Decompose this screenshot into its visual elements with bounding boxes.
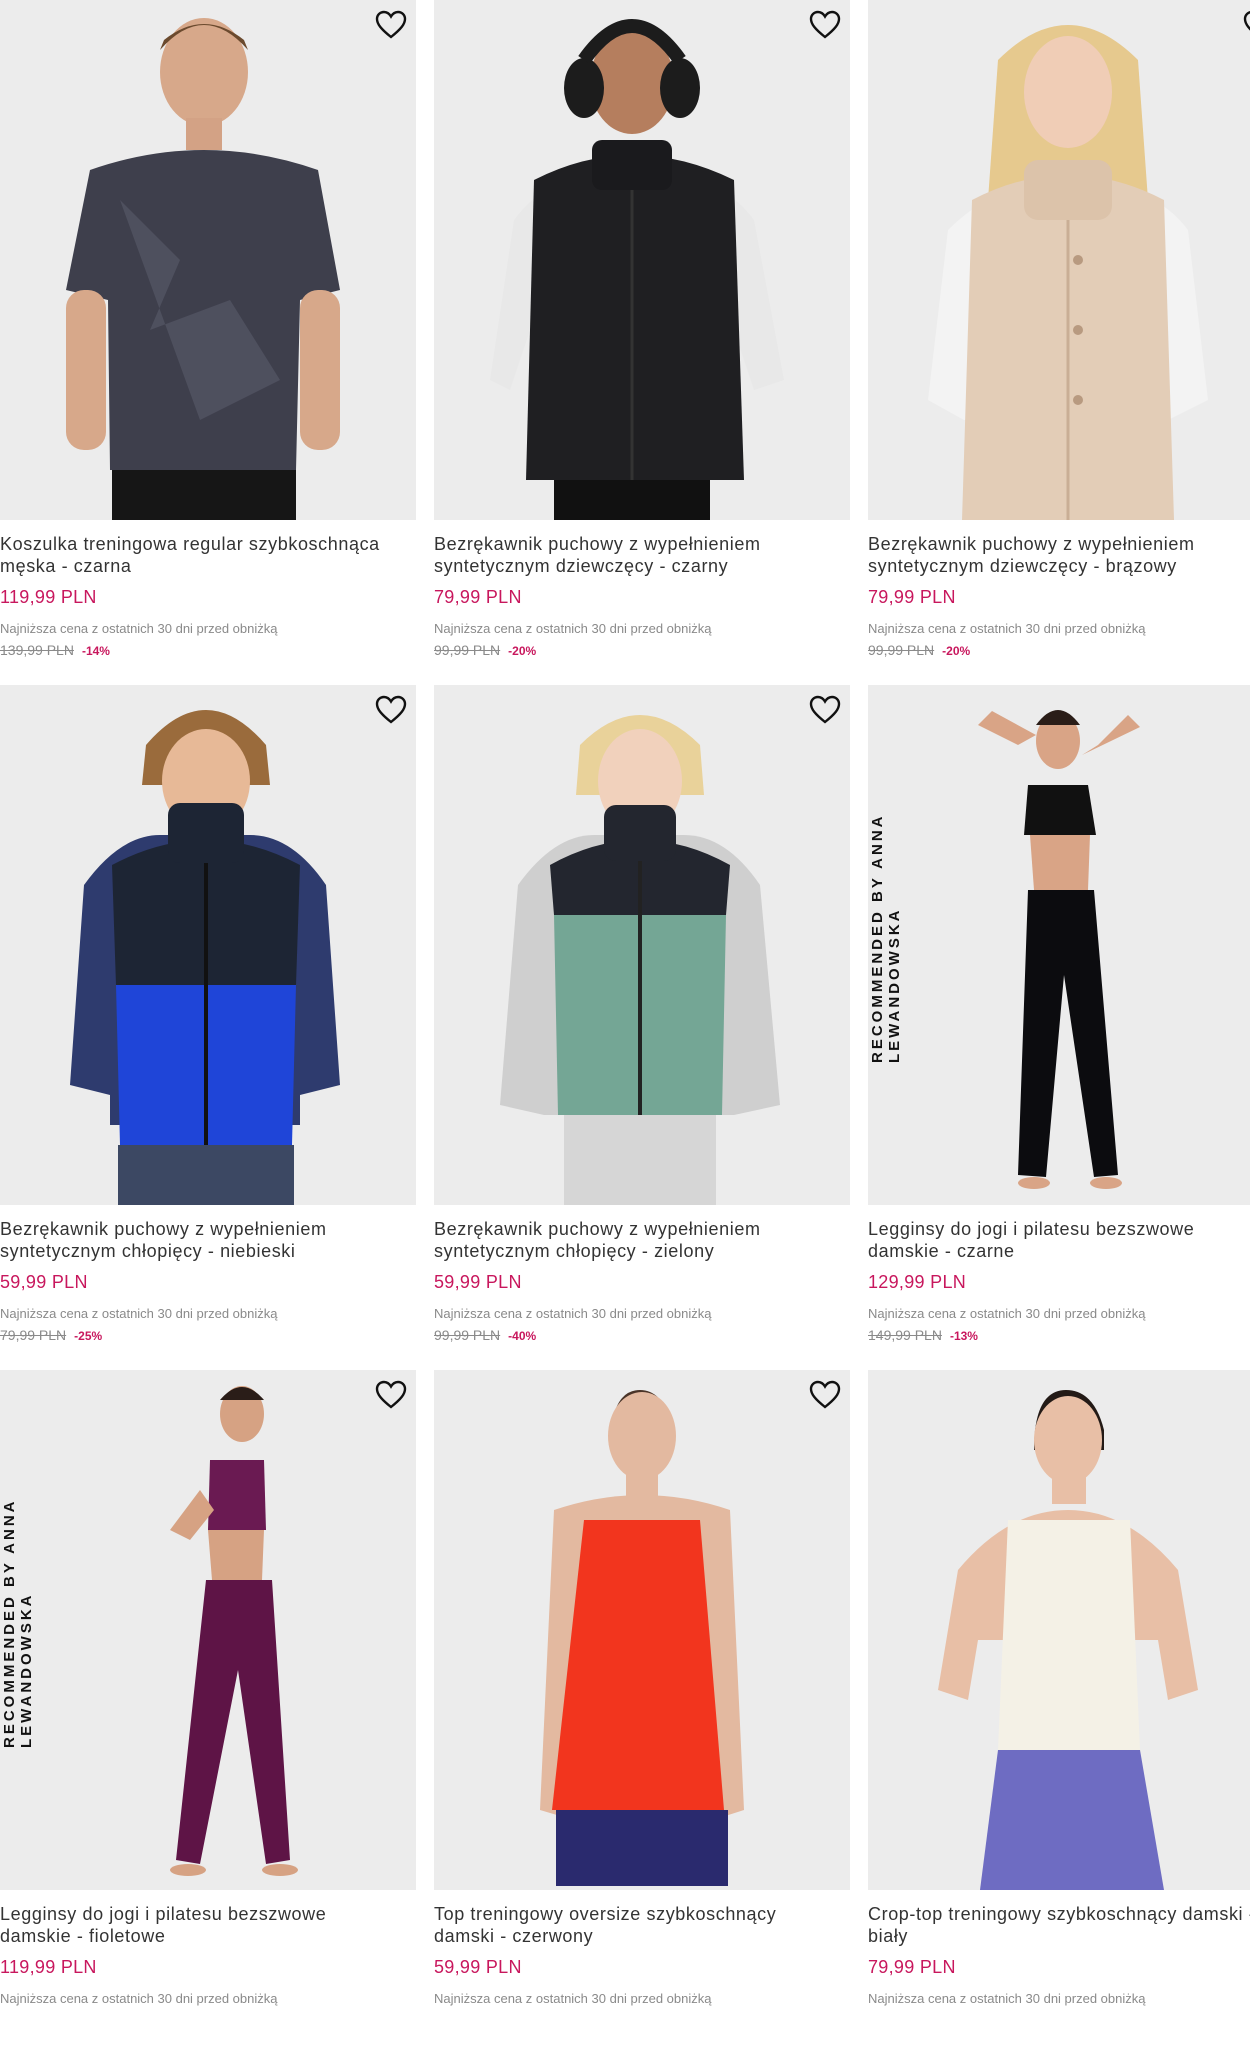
product-image[interactable]	[868, 0, 1250, 520]
old-price-row: 99,99 PLN -20%	[434, 642, 536, 658]
product-name[interactable]: Legginsy do jogi i pilatesu bezszwowe da…	[0, 1903, 416, 1947]
old-price-row: 149,99 PLN -13%	[868, 1327, 978, 1343]
lowest-price-note: Najniższa cena z ostatnich 30 dni przed …	[434, 621, 712, 636]
product-card[interactable]: Top treningowy oversize szybkoschnący da…	[434, 1370, 850, 2055]
product-card[interactable]: Crop-top treningowy szybkoschnący damski…	[868, 1370, 1250, 2055]
product-image[interactable]	[0, 0, 416, 520]
product-name[interactable]: Koszulka treningowa regular szybkoschnąc…	[0, 533, 416, 577]
product-photo-woman-white-crop-top	[868, 1370, 1250, 1890]
lowest-price-note: Najniższa cena z ostatnich 30 dni przed …	[0, 1306, 278, 1321]
product-photo-woman-black-leggings	[868, 685, 1250, 1205]
product-name[interactable]: Crop-top treningowy szybkoschnący damski…	[868, 1903, 1250, 1947]
product-photo-girl-black-vest	[434, 0, 850, 520]
product-name[interactable]: Bezrękawnik puchowy z wypełnieniem synte…	[434, 533, 850, 577]
product-price: 119,99 PLN	[0, 587, 97, 607]
wishlist-heart-icon[interactable]	[374, 693, 408, 727]
product-photo-woman-red-top	[434, 1370, 850, 1890]
discount-badge: -20%	[508, 644, 537, 658]
product-name[interactable]: Top treningowy oversize szybkoschnący da…	[434, 1903, 850, 1947]
recommended-badge: RECOMMENDED BY ANNA LEWANDOWSKA	[1, 1499, 35, 1748]
wishlist-heart-icon[interactable]	[808, 1378, 842, 1412]
old-price-row: 99,99 PLN -40%	[434, 1327, 536, 1343]
discount-badge: -20%	[942, 644, 971, 658]
discount-badge: -40%	[508, 1329, 537, 1343]
old-price-row: 139,99 PLN -14%	[0, 642, 110, 658]
wishlist-heart-icon[interactable]	[374, 1378, 408, 1412]
product-card[interactable]: RECOMMENDED BY ANNA LEWANDOWSKA Legginsy…	[868, 685, 1250, 1370]
old-price: 99,99 PLN	[434, 642, 501, 658]
product-photo-man-tshirt	[0, 0, 416, 520]
lowest-price-note: Najniższa cena z ostatnich 30 dni przed …	[434, 1306, 712, 1321]
product-card[interactable]: Bezrękawnik puchowy z wypełnieniem synte…	[434, 685, 850, 1370]
lowest-price-note: Najniższa cena z ostatnich 30 dni przed …	[0, 621, 278, 636]
discount-badge: -13%	[949, 1329, 978, 1343]
product-price: 59,99 PLN	[434, 1957, 522, 1977]
product-image[interactable]	[0, 685, 416, 1205]
product-name[interactable]: Bezrękawnik puchowy z wypełnieniem synte…	[868, 533, 1250, 577]
product-price: 129,99 PLN	[868, 1272, 967, 1292]
discount-badge: -25%	[74, 1329, 103, 1343]
product-name[interactable]: Legginsy do jogi i pilatesu bezszwowe da…	[868, 1218, 1250, 1262]
product-card[interactable]: Bezrękawnik puchowy z wypełnieniem synte…	[0, 685, 416, 1370]
lowest-price-note: Najniższa cena z ostatnich 30 dni przed …	[0, 1991, 278, 2006]
product-photo-boy-blue-vest	[0, 685, 416, 1205]
old-price: 79,99 PLN	[0, 1327, 67, 1343]
product-price: 79,99 PLN	[434, 587, 522, 607]
old-price: 149,99 PLN	[868, 1327, 942, 1343]
lowest-price-note: Najniższa cena z ostatnich 30 dni przed …	[868, 621, 1146, 636]
product-image[interactable]: RECOMMENDED BY ANNA LEWANDOWSKA	[0, 1370, 416, 1890]
product-card[interactable]: Koszulka treningowa regular szybkoschnąc…	[0, 0, 416, 685]
old-price: 139,99 PLN	[0, 642, 74, 658]
product-image[interactable]	[434, 0, 850, 520]
lowest-price-note: Najniższa cena z ostatnich 30 dni przed …	[868, 1991, 1146, 2006]
lowest-price-note: Najniższa cena z ostatnich 30 dni przed …	[434, 1991, 712, 2006]
old-price-row: 79,99 PLN -25%	[0, 1327, 102, 1343]
product-price: 79,99 PLN	[868, 1957, 956, 1977]
product-photo-boy-green-vest	[434, 685, 850, 1205]
product-price: 119,99 PLN	[0, 1957, 97, 1977]
product-price: 59,99 PLN	[0, 1272, 88, 1292]
product-name[interactable]: Bezrękawnik puchowy z wypełnieniem synte…	[0, 1218, 416, 1262]
old-price-row: 99,99 PLN -20%	[868, 642, 970, 658]
product-price: 79,99 PLN	[868, 587, 956, 607]
product-photo-girl-beige-vest	[868, 0, 1250, 520]
wishlist-heart-icon[interactable]	[1242, 8, 1250, 42]
lowest-price-note: Najniższa cena z ostatnich 30 dni przed …	[868, 1306, 1146, 1321]
product-image[interactable]	[868, 1370, 1250, 1890]
product-image[interactable]	[434, 685, 850, 1205]
old-price: 99,99 PLN	[868, 642, 935, 658]
product-card[interactable]: Bezrękawnik puchowy z wypełnieniem synte…	[434, 0, 850, 685]
product-price: 59,99 PLN	[434, 1272, 522, 1292]
wishlist-heart-icon[interactable]	[808, 693, 842, 727]
product-name[interactable]: Bezrękawnik puchowy z wypełnieniem synte…	[434, 1218, 850, 1262]
product-card[interactable]: Bezrękawnik puchowy z wypełnieniem synte…	[868, 0, 1250, 685]
wishlist-heart-icon[interactable]	[374, 8, 408, 42]
product-image[interactable]	[434, 1370, 850, 1890]
old-price: 99,99 PLN	[434, 1327, 501, 1343]
product-card[interactable]: RECOMMENDED BY ANNA LEWANDOWSKA Legginsy…	[0, 1370, 416, 2055]
product-photo-woman-purple-leggings	[0, 1370, 416, 1890]
product-image[interactable]: RECOMMENDED BY ANNA LEWANDOWSKA	[868, 685, 1250, 1205]
discount-badge: -14%	[81, 644, 110, 658]
recommended-badge: RECOMMENDED BY ANNA LEWANDOWSKA	[869, 814, 903, 1063]
wishlist-heart-icon[interactable]	[808, 8, 842, 42]
